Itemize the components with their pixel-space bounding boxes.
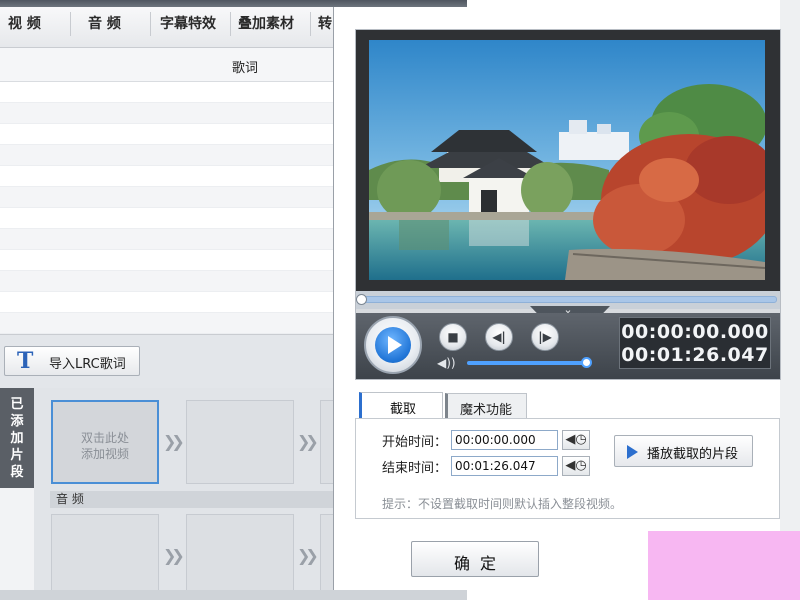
play-icon <box>627 445 638 459</box>
time-display: 00:00:00.000 00:01:26.047 <box>619 317 771 369</box>
play-segment-label: 播放截取的片段 <box>647 447 739 462</box>
volume-thumb[interactable] <box>581 357 592 368</box>
play-button[interactable] <box>364 316 422 374</box>
next-frame-button[interactable]: |▶ <box>531 323 559 351</box>
dialog-bottom-edge <box>0 590 467 600</box>
import-lrc-button[interactable]: T 导入LRC歌词 <box>4 346 140 376</box>
lyrics-list[interactable] <box>0 82 333 334</box>
add-video-hint: 双击此处 添加视频 <box>53 430 157 462</box>
list-item[interactable] <box>0 145 333 166</box>
video-preview-image <box>369 40 765 280</box>
list-item[interactable] <box>0 313 333 334</box>
history-icon: ◀◷ <box>565 458 587 473</box>
added-segments-tab[interactable]: 已添加片段 <box>0 388 34 488</box>
chevron-right-icon: ❯❯ <box>297 546 319 565</box>
start-time-input[interactable]: 00:00:00.000 <box>451 430 558 450</box>
chevron-right-icon: ❯❯ <box>297 432 319 451</box>
lyrics-column-header: 歌词 <box>232 61 259 76</box>
add-video-slot[interactable]: 双击此处 添加视频 <box>51 400 159 484</box>
import-lrc-label: 导入LRC歌词 <box>49 357 126 372</box>
tab-clip[interactable]: 截取 <box>359 392 443 418</box>
seek-bar[interactable] <box>361 296 777 303</box>
audio-slot[interactable] <box>186 514 294 600</box>
chevron-right-icon: ❯❯ <box>163 432 185 451</box>
list-item[interactable] <box>0 82 333 103</box>
tab-convert[interactable]: 转 <box>318 0 332 48</box>
list-item[interactable] <box>0 292 333 313</box>
history-icon: ◀◷ <box>565 432 587 447</box>
stop-icon: ■ <box>447 330 459 344</box>
start-time-reset-button[interactable]: ◀◷ <box>562 430 590 450</box>
list-item[interactable] <box>0 103 333 124</box>
tab-video[interactable]: 视 频 <box>8 0 41 48</box>
video-slot[interactable] <box>320 400 333 484</box>
total-time: 00:01:26.047 <box>621 344 769 366</box>
audio-track-label: 音 频 <box>50 491 333 508</box>
tab-magic-functions[interactable]: 魔术功能 <box>445 393 527 418</box>
tab-divider <box>310 12 311 36</box>
add-video-hint-line2: 添加视频 <box>80 447 129 461</box>
added-segments-label: 已添加片段 <box>10 397 24 480</box>
add-video-hint-line1: 双击此处 <box>80 431 129 445</box>
seek-thumb[interactable] <box>356 294 367 305</box>
end-time-input[interactable]: 00:01:26.047 <box>451 456 558 476</box>
dialog-title-bar[interactable] <box>0 0 467 7</box>
confirm-button[interactable]: 确定 <box>411 541 539 577</box>
play-segment-button[interactable]: 播放截取的片段 <box>614 435 753 467</box>
pink-overlay <box>648 531 800 600</box>
volume-slider[interactable] <box>467 361 589 365</box>
list-item[interactable] <box>0 208 333 229</box>
list-item[interactable] <box>0 250 333 271</box>
current-time: 00:00:00.000 <box>621 321 769 343</box>
end-time-label: 结束时间： <box>382 461 448 476</box>
tab-divider <box>70 12 71 36</box>
previous-frame-button[interactable]: ◀| <box>485 323 513 351</box>
audio-slot[interactable] <box>320 514 333 600</box>
audio-slot[interactable] <box>51 514 159 600</box>
start-time-label: 开始时间： <box>382 435 448 450</box>
list-item[interactable] <box>0 271 333 292</box>
tab-clip-label: 截取 <box>390 402 417 417</box>
editor-tab-bar: 视 频 音 频 字幕特效 叠加素材 转 <box>0 0 333 48</box>
step-back-icon: ◀| <box>492 330 506 344</box>
confirm-label: 确定 <box>453 554 506 573</box>
text-t-icon: T <box>17 348 34 374</box>
step-forward-icon: |▶ <box>538 330 552 344</box>
stop-button[interactable]: ■ <box>439 323 467 351</box>
list-item[interactable] <box>0 124 333 145</box>
volume-icon[interactable]: ◀)) <box>437 356 459 370</box>
dialog-right-edge <box>780 0 800 600</box>
tab-magic-label: 魔术功能 <box>460 403 513 418</box>
video-slot[interactable] <box>186 400 294 484</box>
tab-subtitle-effects[interactable]: 字幕特效 <box>160 0 216 48</box>
play-icon <box>375 327 411 363</box>
tab-overlay-materials[interactable]: 叠加素材 <box>238 0 294 48</box>
list-item[interactable] <box>0 166 333 187</box>
lyrics-table-header: 歌词 <box>0 48 333 82</box>
video-preview[interactable] <box>369 40 765 280</box>
tab-divider <box>150 12 151 36</box>
tab-divider <box>230 12 231 36</box>
chevron-right-icon: ❯❯ <box>163 546 185 565</box>
hint-text: 提示：不设置截取时间则默认插入整段视频。 <box>382 497 623 511</box>
tab-audio[interactable]: 音 频 <box>88 0 121 48</box>
list-item[interactable] <box>0 187 333 208</box>
end-time-reset-button[interactable]: ◀◷ <box>562 456 590 476</box>
list-item[interactable] <box>0 229 333 250</box>
